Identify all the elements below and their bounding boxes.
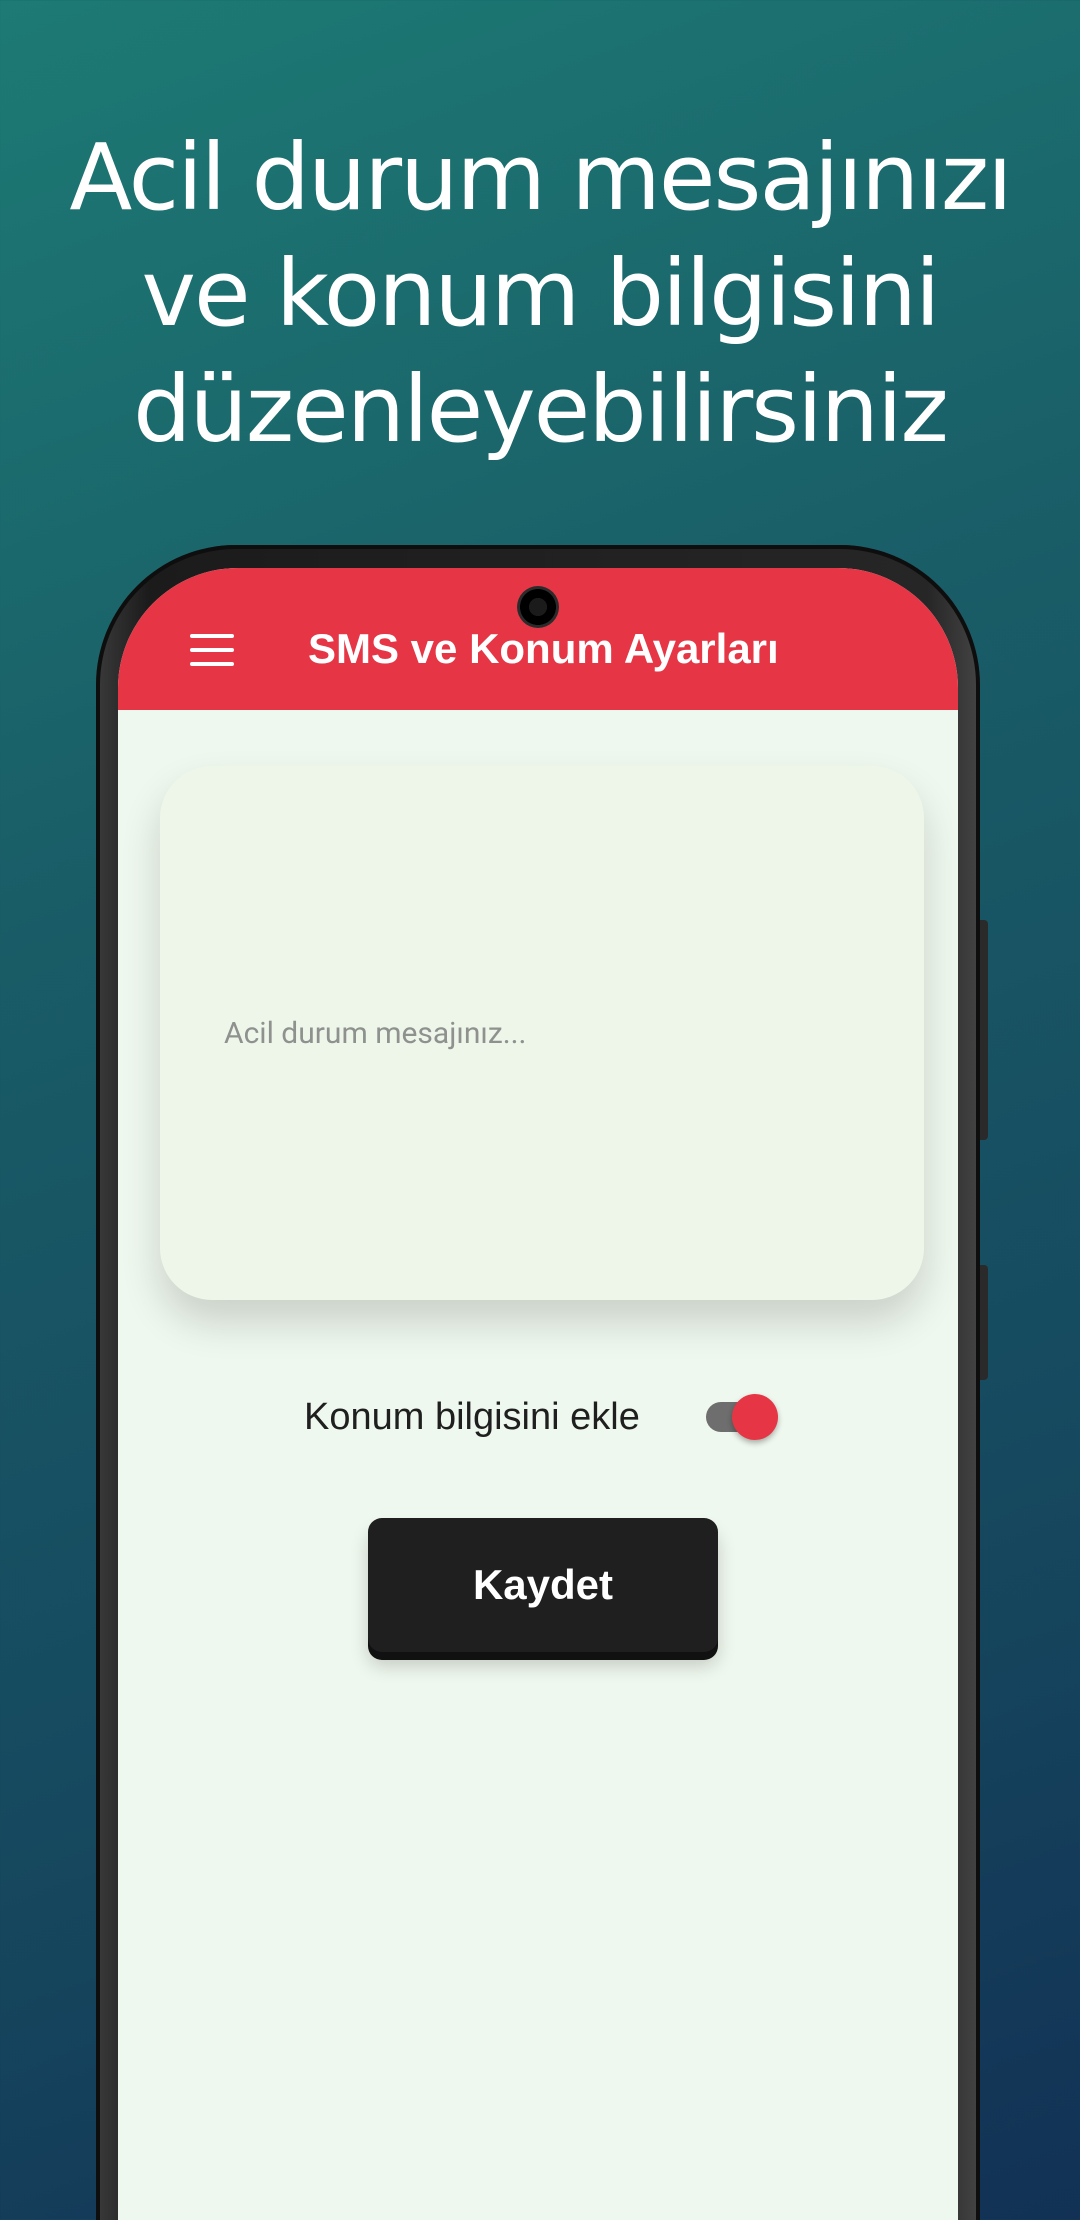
front-camera (517, 586, 559, 628)
location-setting-row: Konum bilgisini ekle (304, 1388, 784, 1448)
message-card (160, 766, 924, 1300)
phone-power-button (980, 1265, 988, 1380)
location-toggle-label: Konum bilgisini ekle (304, 1396, 640, 1438)
app-screen: SMS ve Konum Ayarları Konum bilgisini ek… (118, 568, 958, 2220)
save-button-label: Kaydet (472, 1561, 614, 1608)
location-toggle-switch[interactable] (702, 1394, 778, 1440)
toggle-thumb (732, 1394, 778, 1440)
app-bar-title: SMS ve Konum Ayarları (308, 625, 779, 672)
hamburger-menu-icon[interactable] (190, 634, 234, 666)
save-button[interactable]: Kaydet (368, 1518, 718, 1652)
phone-volume-button (980, 920, 988, 1140)
emergency-message-input[interactable] (160, 766, 924, 1300)
app-bar: SMS ve Konum Ayarları (118, 568, 958, 710)
promo-headline: Acil durum mesajınızı ve konum bilgisini… (69, 124, 1012, 463)
